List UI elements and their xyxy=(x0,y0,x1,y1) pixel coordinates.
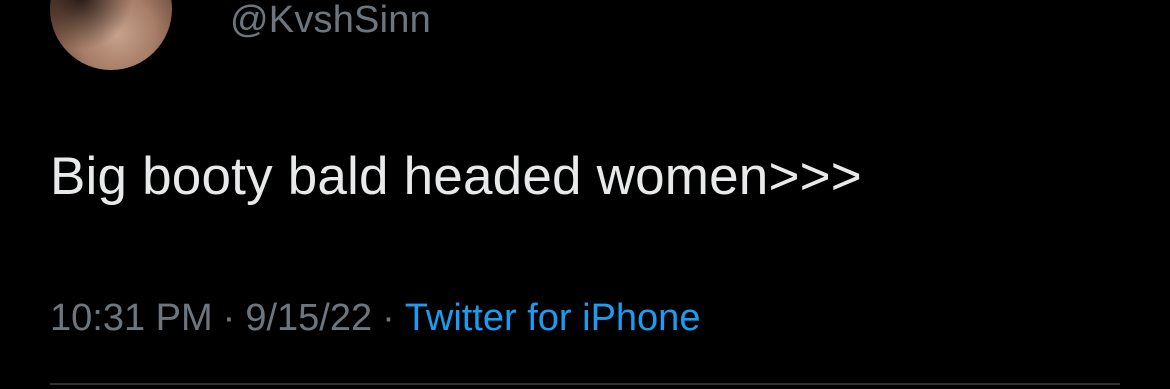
meta-separator: · xyxy=(222,297,236,339)
tweet-text: Big booty bald headed women>>> xyxy=(50,147,862,206)
user-handle[interactable]: @KvshSinn xyxy=(230,0,431,40)
tweet-time[interactable]: 10:31 PM xyxy=(50,296,213,340)
divider xyxy=(50,383,1120,385)
meta-separator: · xyxy=(382,297,395,339)
tweet: @KvshSinn Big booty bald headed women>>>… xyxy=(0,0,1170,389)
avatar[interactable] xyxy=(50,0,172,70)
tweet-meta: 10:31 PM · 9/15/22 · Twitter for iPhone xyxy=(50,296,700,340)
avatar-photo xyxy=(50,0,172,70)
tweet-source-link[interactable]: Twitter for iPhone xyxy=(405,296,701,340)
tweet-date[interactable]: 9/15/22 xyxy=(245,296,372,340)
